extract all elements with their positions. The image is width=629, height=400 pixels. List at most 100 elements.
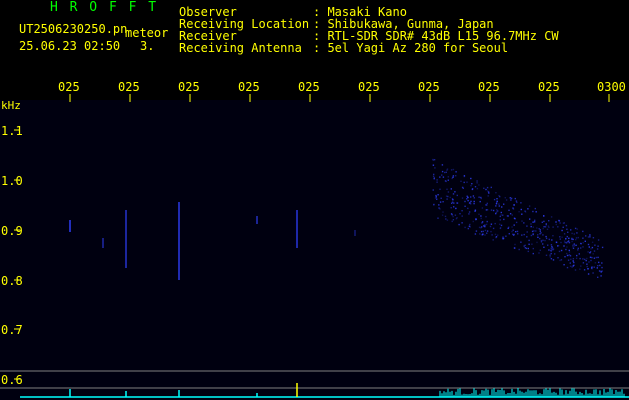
scatter-dot bbox=[432, 164, 435, 166]
scatter-dot bbox=[587, 236, 590, 238]
scatter-dot bbox=[595, 256, 598, 259]
scatter-dot bbox=[552, 226, 554, 228]
scatter-dot bbox=[594, 244, 596, 246]
scatter-dot bbox=[480, 196, 482, 199]
scatter-dot bbox=[561, 229, 563, 232]
scatter-dot bbox=[527, 208, 529, 210]
scatter-dot bbox=[537, 236, 539, 238]
scatter-dot bbox=[584, 240, 586, 242]
scatter-dot bbox=[442, 211, 444, 213]
scatter-dot bbox=[511, 214, 513, 216]
scatter-dot bbox=[550, 252, 552, 255]
scatter-dot bbox=[510, 199, 512, 201]
scatter-dot bbox=[524, 210, 526, 212]
scatter-dot bbox=[433, 204, 435, 206]
scatter-dot bbox=[455, 218, 458, 220]
scatter-dot bbox=[471, 188, 474, 190]
scatter-dot bbox=[515, 231, 517, 233]
scatter-dot bbox=[466, 198, 468, 200]
scatter-dot bbox=[435, 196, 437, 198]
time-tick: 0300 bbox=[597, 80, 626, 94]
scatter-dot bbox=[549, 254, 551, 256]
scatter-dot bbox=[552, 259, 555, 261]
scatter-dot bbox=[454, 214, 457, 216]
scatter-dot bbox=[557, 226, 559, 228]
scatter-dot bbox=[450, 213, 453, 215]
scatter-dot bbox=[480, 230, 483, 233]
scatter-dot bbox=[475, 230, 478, 232]
scatter-dot bbox=[582, 242, 584, 244]
scatter-dot bbox=[495, 236, 497, 239]
scatter-dot bbox=[480, 227, 482, 229]
scatter-dot bbox=[557, 245, 559, 247]
scatter-dot bbox=[486, 202, 488, 205]
scatter-dot bbox=[569, 262, 571, 264]
scatter-dot bbox=[436, 198, 438, 200]
scatter-dot bbox=[441, 174, 443, 176]
scatter-dot bbox=[571, 237, 573, 240]
scatter-dot bbox=[514, 197, 516, 200]
scatter-dot bbox=[566, 252, 568, 255]
scatter-dot bbox=[560, 259, 563, 261]
scatter-dot bbox=[482, 233, 484, 235]
scatter-dot bbox=[559, 259, 561, 262]
scatter-dot bbox=[572, 238, 574, 241]
scatter-dot bbox=[513, 224, 515, 226]
time-tick: 025 bbox=[538, 80, 560, 94]
scatter-dot bbox=[563, 245, 565, 247]
scatter-dot bbox=[572, 258, 575, 260]
scatter-dot bbox=[473, 202, 475, 205]
scatter-dot bbox=[573, 261, 575, 264]
program-title: H R O F F T bbox=[50, 0, 159, 15]
scatter-dot bbox=[493, 198, 496, 201]
scatter-dot bbox=[470, 200, 472, 203]
scatter-dot bbox=[526, 225, 528, 227]
time-tick: 025 bbox=[478, 80, 500, 94]
scatter-dot bbox=[446, 188, 448, 190]
scatter-dot bbox=[487, 190, 489, 192]
scatter-dot bbox=[435, 194, 437, 197]
scatter-dot bbox=[500, 224, 503, 227]
scatter-dot bbox=[500, 214, 502, 216]
scatter-dot bbox=[511, 226, 513, 228]
scatter-dot bbox=[451, 177, 453, 180]
scatter-dot bbox=[438, 204, 440, 206]
scatter-dot bbox=[499, 215, 501, 218]
scatter-dot bbox=[542, 234, 544, 236]
scatter-dot bbox=[593, 266, 595, 268]
scatter-dot bbox=[492, 209, 495, 212]
scatter-dot bbox=[528, 205, 531, 207]
scatter-dot bbox=[589, 236, 591, 238]
scatter-dot bbox=[571, 232, 573, 235]
scatter-dot bbox=[467, 207, 469, 210]
scatter-dot bbox=[582, 246, 584, 248]
scatter-dot bbox=[530, 225, 532, 228]
scatter-dot bbox=[451, 198, 454, 200]
scatter-dot bbox=[590, 248, 592, 250]
scatter-dot bbox=[543, 226, 545, 228]
scatter-dot bbox=[592, 237, 595, 239]
scatter-dot bbox=[590, 259, 592, 262]
scatter-dot bbox=[588, 261, 590, 263]
scatter-dot bbox=[518, 248, 520, 251]
scatter-dot bbox=[472, 195, 475, 197]
scatter-dot bbox=[589, 256, 592, 258]
time-tick: 025 bbox=[418, 80, 440, 94]
scatter-dot bbox=[455, 171, 457, 173]
scatter-dot bbox=[446, 198, 448, 200]
scatter-dot bbox=[596, 267, 598, 269]
scatter-dot bbox=[576, 254, 578, 257]
scatter-dot bbox=[450, 169, 453, 171]
mode-label: meteor bbox=[125, 26, 169, 40]
scatter-dot bbox=[463, 181, 465, 184]
spectrogram-canvas bbox=[0, 94, 629, 400]
scatter-dot bbox=[486, 186, 489, 189]
scatter-dot bbox=[450, 207, 452, 209]
scatter-dot bbox=[555, 221, 557, 223]
scatter-dot bbox=[439, 208, 441, 210]
scatter-dot bbox=[486, 220, 488, 223]
scatter-dot bbox=[476, 182, 478, 184]
scatter-dot bbox=[538, 252, 540, 254]
scatter-dot bbox=[485, 223, 488, 226]
scatter-dot bbox=[521, 213, 523, 215]
